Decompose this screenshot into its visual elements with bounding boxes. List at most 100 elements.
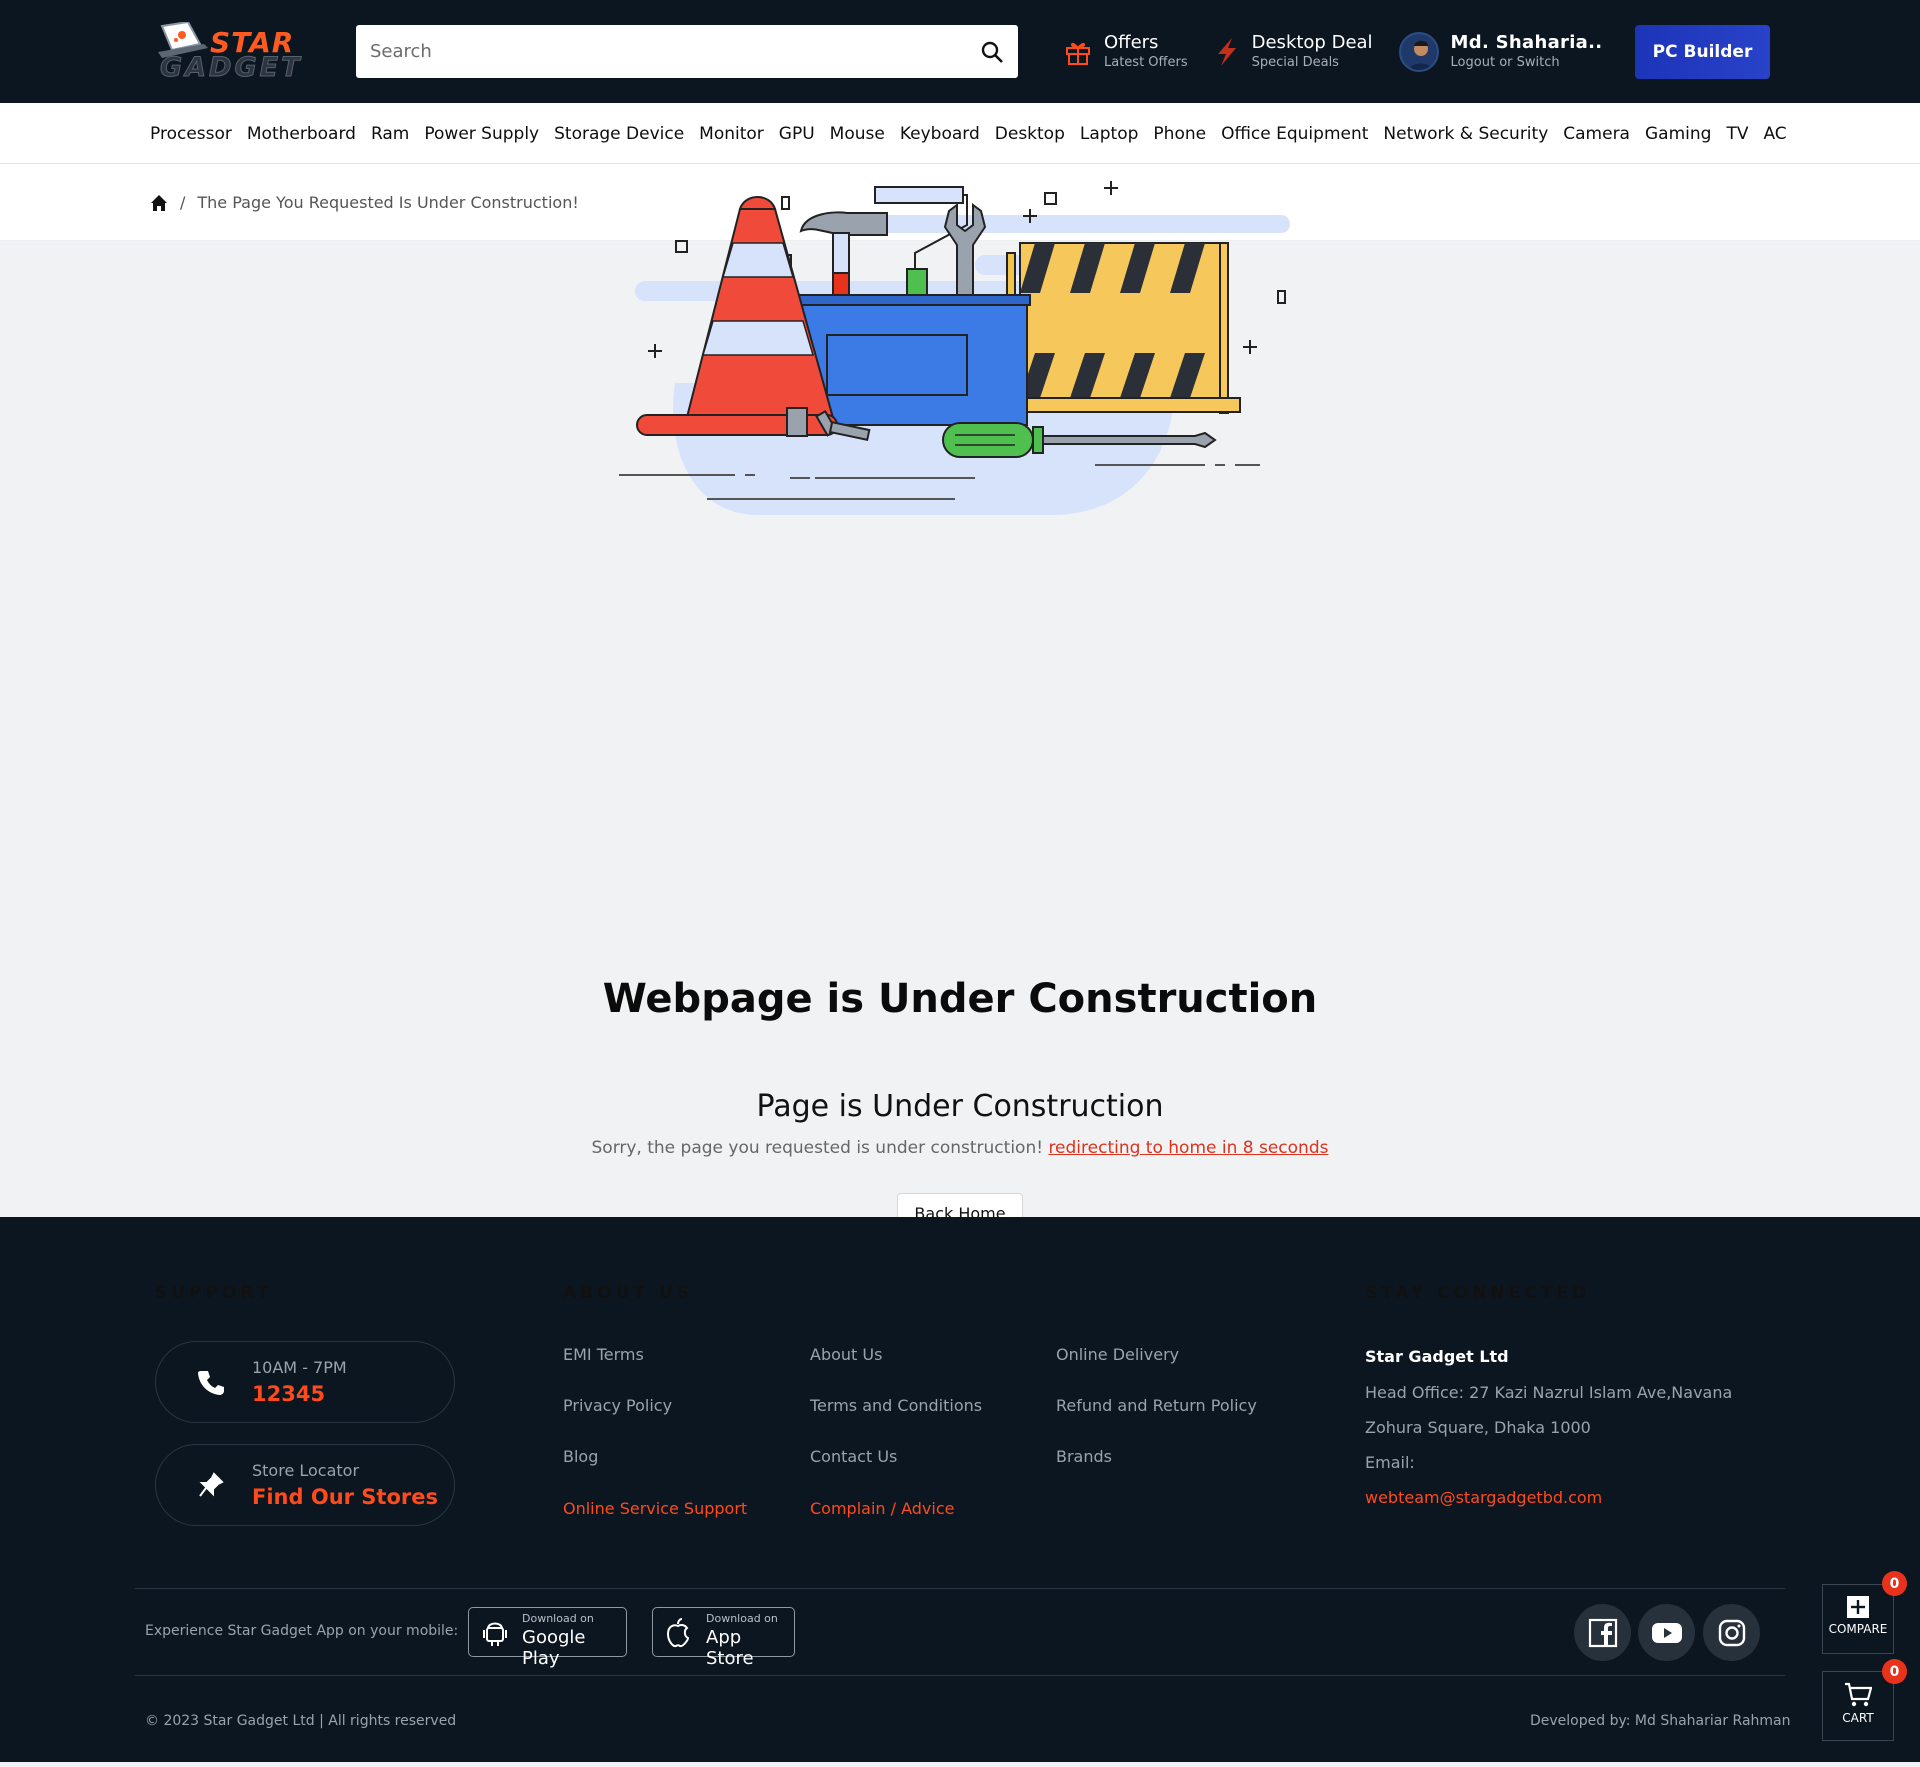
compare-label: COMPARE [1828,1622,1888,1636]
footer-link-emi-terms[interactable]: EMI Terms [563,1345,644,1364]
app-store-button[interactable]: Download on App Store [652,1607,795,1669]
nav-item-network-security[interactable]: Network & Security [1383,124,1548,144]
user-name: Md. Shaharia.. [1450,31,1603,53]
footer-divider [135,1588,1785,1589]
nav-item-laptop[interactable]: Laptop [1080,124,1139,144]
youtube-button[interactable] [1638,1604,1695,1661]
deal-subtitle: Special Deals [1251,54,1339,70]
compare-count-badge: 0 [1882,1571,1907,1596]
user-account[interactable]: Md. Shaharia.. Logout or Switch [1398,31,1603,72]
footer-link-online-delivery[interactable]: Online Delivery [1056,1345,1179,1364]
footer-link-contact-us[interactable]: Contact Us [810,1447,897,1466]
cart-button[interactable]: CART [1822,1671,1894,1741]
footer-link-blog[interactable]: Blog [563,1447,598,1466]
copyright: © 2023 Star Gadget Ltd | All rights rese… [145,1713,457,1729]
compare-button[interactable]: COMPARE [1822,1584,1894,1654]
sorry-text: Sorry, the page you requested is under c… [591,1138,1044,1158]
under-construction-illustration [619,181,1290,515]
footer-link-brands[interactable]: Brands [1056,1447,1112,1466]
about-title: ABOUT US [563,1283,693,1303]
top-header: STAR GADGET Search Offers Latest Offers D… [0,0,1920,103]
app-promo-text: Experience Star Gadget App on your mobil… [145,1623,459,1639]
store-label: Store Locator [252,1461,360,1480]
support-phone-pill[interactable]: 10AM - 7PM 12345 [155,1341,455,1423]
cart-label: CART [1842,1711,1874,1725]
main-content: Webpage is Under Construction Page is Un… [0,181,1920,1233]
site-logo[interactable]: STAR GADGET [150,20,300,84]
avatar [1398,31,1439,72]
footer-link-complain-advice[interactable]: Complain / Advice [810,1499,954,1518]
phone-icon [198,1371,224,1395]
logo-text-bottom: GADGET [160,51,303,83]
youtube-icon [1651,1622,1682,1643]
breadcrumb-current: The Page You Requested Is Under Construc… [197,193,579,212]
nav-item-monitor[interactable]: Monitor [699,124,764,144]
user-subtitle: Logout or Switch [1450,54,1560,70]
footer-link-refund-and-return-policy[interactable]: Refund and Return Policy [1056,1396,1257,1415]
nav-item-phone[interactable]: Phone [1153,124,1206,144]
address-line-1: Head Office: 27 Kazi Nazrul Islam Ave,Na… [1365,1383,1733,1402]
connect-title: STAY CONNECTED [1365,1283,1591,1303]
cart-icon [1845,1682,1873,1707]
nav-item-tv[interactable]: TV [1726,124,1748,144]
google-play-button[interactable]: Download on Google Play [468,1607,627,1669]
email-link[interactable]: webteam@stargadgetbd.com [1365,1488,1602,1507]
search-icon[interactable] [980,40,1004,64]
nav-item-gpu[interactable]: GPU [779,124,815,144]
instagram-icon [1718,1619,1745,1646]
nav-item-gaming[interactable]: Gaming [1645,124,1711,144]
footer-link-online-service-support[interactable]: Online Service Support [563,1499,747,1518]
nav-item-mouse[interactable]: Mouse [830,124,885,144]
nav-item-processor[interactable]: Processor [150,124,232,144]
search-input[interactable]: Search [370,41,980,62]
facebook-button[interactable] [1574,1604,1631,1661]
nav-item-office-equipment[interactable]: Office Equipment [1221,124,1368,144]
redirect-link[interactable]: redirecting to home in 8 seconds [1048,1138,1328,1158]
cart-count-badge: 0 [1882,1659,1907,1684]
gplay-label: Google Play [522,1627,586,1669]
nav-item-keyboard[interactable]: Keyboard [900,124,980,144]
nav-item-desktop[interactable]: Desktop [995,124,1065,144]
appstore-small: Download on [706,1612,778,1625]
redirect-message: Sorry, the page you requested is under c… [0,1138,1920,1158]
offers-link[interactable]: Offers Latest Offers [1064,32,1188,72]
nav-item-power-supply[interactable]: Power Supply [424,124,539,144]
apple-icon [666,1618,690,1648]
plus-box-icon [1847,1596,1869,1618]
gplay-small: Download on [522,1612,594,1625]
footer-divider-2 [135,1675,1785,1676]
footer-link-privacy-policy[interactable]: Privacy Policy [563,1396,672,1415]
footer-link-about-us[interactable]: About Us [810,1345,882,1364]
nav-item-storage-device[interactable]: Storage Device [554,124,684,144]
nav-item-ram[interactable]: Ram [371,124,409,144]
email-label: Email: [1365,1453,1415,1472]
nav-item-camera[interactable]: Camera [1563,124,1630,144]
support-phone: 12345 [252,1382,326,1406]
search-box[interactable]: Search [356,25,1018,78]
footer-link-terms-and-conditions[interactable]: Terms and Conditions [810,1396,982,1415]
pc-builder-button[interactable]: PC Builder [1635,24,1770,79]
offers-title: Offers [1104,31,1159,53]
desktop-deal-link[interactable]: Desktop Deal Special Deals [1214,32,1373,72]
support-hours: 10AM - 7PM [252,1358,347,1377]
home-icon[interactable] [150,194,168,212]
nav-item-motherboard[interactable]: Motherboard [247,124,356,144]
gift-icon [1066,42,1090,65]
facebook-icon [1588,1618,1617,1647]
offers-subtitle: Latest Offers [1104,54,1188,70]
breadcrumb-separator: / [180,193,186,212]
deal-title: Desktop Deal [1251,31,1373,53]
store-locator-pill[interactable]: Store Locator Find Our Stores [155,1444,455,1526]
developer-credit: Developed by: Md Shahariar Rahman [1530,1713,1791,1729]
page-heading: Webpage is Under Construction [602,976,1318,1022]
pin-icon [199,1472,224,1497]
company-name: Star Gadget Ltd [1365,1347,1509,1366]
appstore-label: App Store [706,1627,754,1669]
instagram-button[interactable] [1703,1604,1760,1661]
address-line-2: Zohura Square, Dhaka 1000 [1365,1418,1591,1437]
nav-item-ac[interactable]: AC [1763,124,1786,144]
store-link[interactable]: Find Our Stores [252,1485,438,1509]
android-icon [483,1622,507,1646]
lightning-icon [1217,37,1236,66]
support-title: SUPPORT [155,1283,273,1303]
